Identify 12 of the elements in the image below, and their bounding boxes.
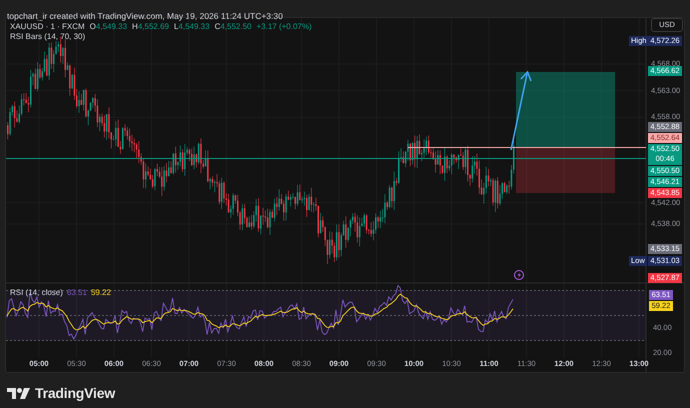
symbol-name: XAUUSD · 1 · FXCM <box>10 21 85 33</box>
price-change: +3.17 (+0.07%) <box>256 21 312 33</box>
brand-name: TradingView <box>35 384 116 403</box>
ohlc-value: O4,549.33 <box>90 21 128 33</box>
rsi-average-value: 59.22 <box>90 287 111 299</box>
chart-caption: topchart_ir created with TradingView.com, May 19, 2026 11:24 UTC+3:30 <box>7 11 283 21</box>
ohlc-value: L4,549.33 <box>174 21 210 33</box>
ohlc-value: H4,552.69 <box>132 21 169 33</box>
rsi-value: 63.51 <box>66 287 87 299</box>
ohlc-value: C4,552.50 <box>214 21 252 33</box>
indicator-name: RSI (14, close) <box>10 287 63 299</box>
indicator-name: RSI Bars (14, 70, 30) <box>10 31 86 43</box>
